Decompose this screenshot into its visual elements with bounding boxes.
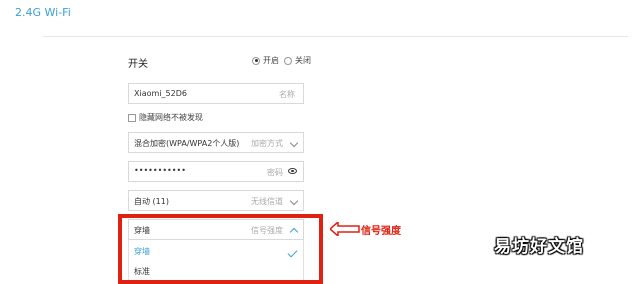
radio-on-label[interactable]: 开启 — [263, 55, 279, 66]
hide-network-label: 隐藏网络不被发现 — [139, 113, 203, 122]
hide-network-checkbox[interactable] — [128, 113, 136, 122]
wifi-name-value: Xiaomi_52D6 — [134, 89, 187, 98]
section-title: 2.4G Wi-Fi — [15, 6, 71, 19]
radio-off-label[interactable]: 关闭 — [295, 55, 311, 66]
encryption-select[interactable]: 混合加密(WPA/WPA2个人版) 加密方式 — [128, 132, 304, 153]
switch-radio-group: 开启 关闭 — [252, 55, 311, 66]
watermark: 易坊好文馆 — [494, 237, 584, 257]
chevron-down-icon — [289, 196, 299, 206]
annotation-label: 信号强度 — [361, 226, 401, 237]
channel-select[interactable]: 自动 (11) 无线信道 — [128, 190, 304, 211]
encryption-value: 混合加密(WPA/WPA2个人版) — [134, 139, 240, 148]
chevron-down-icon — [289, 138, 299, 148]
wifi-name-field[interactable]: Xiaomi_52D6 名称 — [128, 83, 304, 104]
radio-off[interactable] — [284, 56, 292, 65]
radio-on[interactable] — [252, 56, 260, 65]
eye-icon[interactable] — [288, 168, 297, 174]
password-field[interactable]: ••••••••••• 密码 — [128, 161, 304, 182]
channel-value: 自动 (11) — [134, 197, 169, 206]
encryption-hint: 加密方式 — [251, 139, 283, 148]
highlight-box — [118, 214, 323, 284]
switch-label: 开关 — [128, 59, 148, 70]
password-hint: 密码 — [267, 168, 283, 177]
password-value: ••••••••••• — [134, 166, 186, 175]
divider — [43, 36, 628, 37]
arrow-left-icon — [330, 222, 360, 236]
wifi-name-hint: 名称 — [279, 90, 295, 99]
channel-hint: 无线信道 — [251, 197, 283, 206]
hide-network-row[interactable]: 隐藏网络不被发现 — [128, 112, 203, 123]
